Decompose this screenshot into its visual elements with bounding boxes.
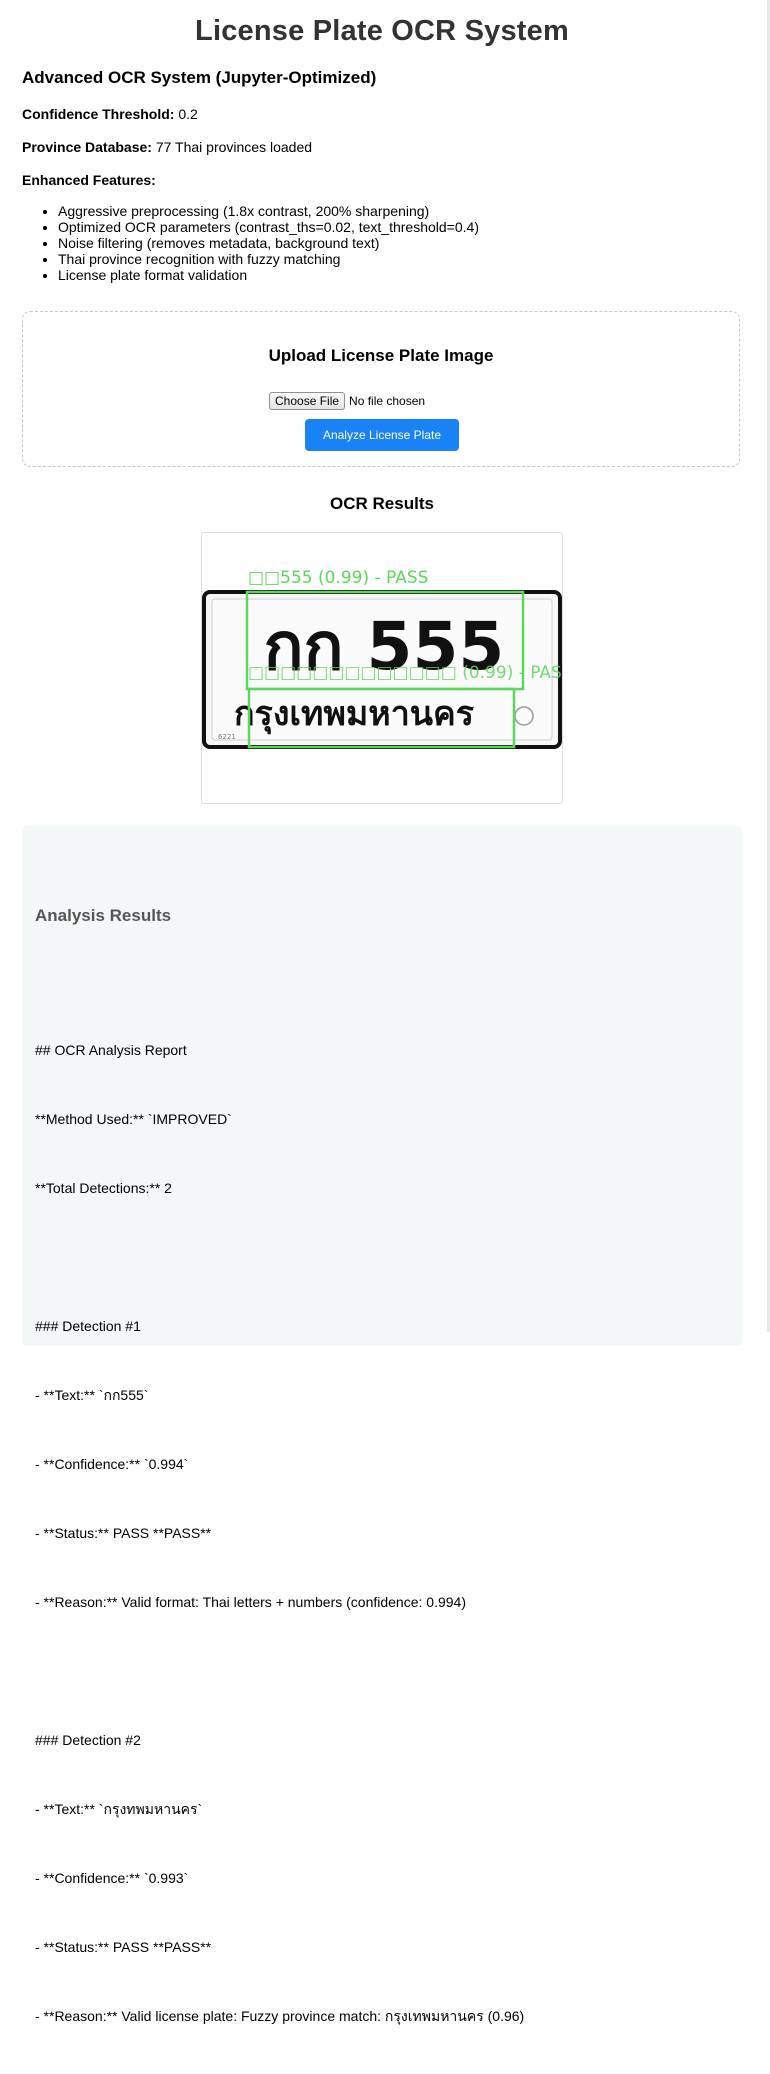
feature-item: License plate format validation [58, 267, 742, 283]
file-input[interactable]: Choose File No file chosen [269, 392, 425, 410]
result-image: กก 555 กรุงเทพมหานคร 6221 □□555 (0.99) -… [201, 532, 563, 804]
report-line: ​ [35, 1660, 524, 1683]
province-database-value: 77 Thai provinces loaded [155, 139, 313, 155]
annotated-plate-image: กก 555 กรุงเทพมหานคร 6221 □□555 (0.99) -… [202, 533, 562, 803]
detection-label-2: □□□□□□□□□□□□□ (0.99) - PASS [248, 663, 562, 683]
plate-line-2: กรุงเทพมหานคร [234, 694, 475, 735]
report-line: ### Detection #1 [35, 1318, 141, 1334]
report-line: - **Reason:** Valid format: Thai letters… [35, 1594, 466, 1610]
report-line: ## OCR Analysis Report [35, 1042, 187, 1058]
page-title: License Plate OCR System [195, 15, 569, 47]
report-line: - **Text:** `กก555` [35, 1387, 149, 1403]
feature-item: Optimized OCR parameters (contrast_ths=0… [58, 219, 742, 235]
confidence-threshold: Confidence Threshold: 0.2 [22, 106, 742, 122]
detection-label-1: □□555 (0.99) - PASS [248, 568, 428, 588]
page-container: License Plate OCR System Advanced OCR Sy… [22, 0, 742, 2024]
report-line: - **Confidence:** `0.994` [35, 1456, 189, 1472]
plate-serial: 6221 [218, 733, 236, 741]
report-line: - **Text:** `กรุงทพมหานคร` [35, 1801, 203, 1817]
results-title: OCR Results [330, 494, 434, 513]
report-line: ​ [35, 1246, 524, 1269]
upload-panel: Upload License Plate Image Choose File N… [22, 311, 740, 467]
features-label: Enhanced Features: [22, 172, 156, 188]
choose-file-button[interactable]: Choose File [269, 392, 346, 410]
confidence-threshold-value: 0.2 [178, 106, 198, 122]
file-status: No file chosen [349, 394, 426, 408]
report-line: **Method Used:** `IMPROVED` [35, 1111, 232, 1127]
province-database: Province Database: 77 Thai provinces loa… [22, 139, 742, 155]
analysis-report: ## OCR Analysis Report **Method Used:** … [35, 993, 524, 2074]
report-line: - **Status:** PASS **PASS** [35, 1525, 212, 1541]
province-database-label: Province Database: [22, 139, 152, 155]
features-heading: Enhanced Features: [22, 172, 742, 188]
analysis-title: Analysis Results [35, 906, 172, 925]
feature-item: Thai province recognition with fuzzy mat… [58, 251, 742, 267]
feature-item: Aggressive preprocessing (1.8x contrast,… [58, 203, 742, 219]
features-list: Aggressive preprocessing (1.8x contrast,… [22, 203, 742, 283]
confidence-threshold-label: Confidence Threshold: [22, 106, 175, 122]
upload-title: Upload License Plate Image [268, 346, 494, 365]
feature-item: Noise filtering (removes metadata, backg… [58, 235, 742, 251]
report-line: **Total Detections:** 2 [35, 1180, 172, 1196]
system-heading: Advanced OCR System (Jupyter-Optimized) [22, 68, 377, 87]
report-line: - **Confidence:** `0.993` [35, 1870, 189, 1886]
report-line: - **Status:** PASS **PASS** [35, 1939, 212, 1955]
analysis-panel: Analysis Results ## OCR Analysis Report … [22, 826, 742, 2024]
report-line: - **Reason:** Valid license plate: Fuzzy… [35, 2008, 525, 2024]
analyze-button[interactable]: Analyze License Plate [305, 419, 459, 451]
report-line: ### Detection #2 [35, 1732, 141, 1748]
